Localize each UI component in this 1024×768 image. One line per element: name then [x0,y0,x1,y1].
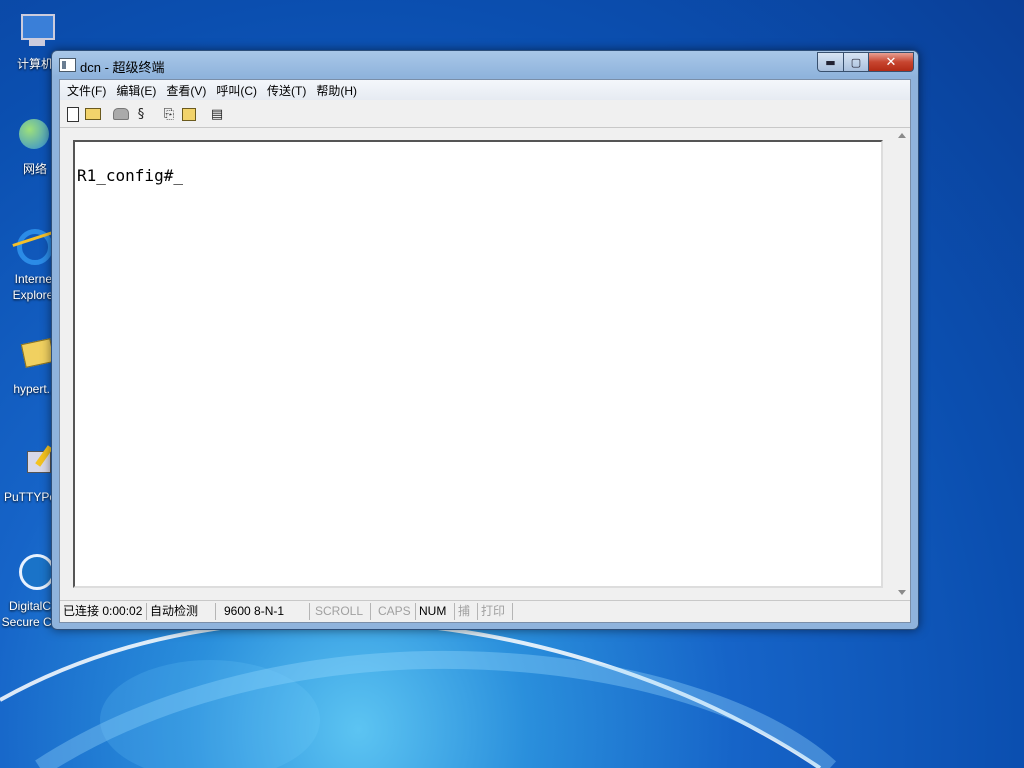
client-area: 文件(F) 编辑(E) 查看(V) 呼叫(C) 传送(T) 帮助(H) § ⎘ … [59,79,911,623]
status-print: 打印 [478,603,513,620]
phone-icon [113,108,129,120]
toolbar: § ⎘ ▤ [60,101,910,128]
receive-button[interactable] [179,104,199,124]
status-detect: 自动检测 [147,603,216,620]
call-button[interactable] [111,104,131,124]
title-bar[interactable]: dcn - 超级终端 ▬ ▢ ✕ [52,51,918,79]
status-connection: 已连接 0:00:02 [60,603,147,620]
vertical-scrollbar[interactable] [894,128,910,600]
receive-file-icon [182,107,196,121]
menu-transfer[interactable]: 传送(T) [264,82,313,99]
menu-help[interactable]: 帮助(H) [313,82,364,99]
open-button[interactable] [83,104,103,124]
close-button[interactable]: ✕ [869,52,914,72]
menu-bar: 文件(F) 编辑(E) 查看(V) 呼叫(C) 传送(T) 帮助(H) [60,80,910,100]
minimize-icon: ▬ [825,55,836,69]
disconnect-icon: § [137,106,145,122]
status-baud: 9600 8-N-1 [216,603,310,620]
status-caps: CAPS [371,603,416,620]
terminal-area: R1_config#_ [60,128,910,600]
status-scroll: SCROLL [310,603,371,620]
close-icon: ✕ [885,54,897,70]
maximize-button[interactable]: ▢ [844,52,869,72]
terminal-screen[interactable]: R1_config#_ [73,140,883,588]
menu-file[interactable]: 文件(F) [64,82,113,99]
app-icon[interactable] [59,58,76,72]
status-bar: 已连接 0:00:02 自动检测 9600 8-N-1 SCROLL CAPS … [60,600,910,622]
send-file-icon: ⎘ [163,106,175,122]
disconnect-button[interactable]: § [131,104,151,124]
menu-view[interactable]: 查看(V) [163,82,213,99]
new-document-icon [67,106,79,122]
computer-icon [13,10,57,54]
status-num: NUM [416,603,455,620]
open-folder-icon [85,108,101,120]
send-button[interactable]: ⎘ [159,104,179,124]
hyperterminal-window[interactable]: dcn - 超级终端 ▬ ▢ ✕ 文件(F) 编辑(E) 查看(V) 呼叫(C)… [51,50,919,630]
menu-edit[interactable]: 编辑(E) [113,82,163,99]
terminal-prompt: R1_config#_ [77,166,183,185]
status-capture: 捕 [455,603,478,620]
properties-icon: ▤ [210,106,224,122]
new-button[interactable] [63,104,83,124]
caption-buttons: ▬ ▢ ✕ [817,52,914,72]
menu-call[interactable]: 呼叫(C) [213,82,264,99]
properties-button[interactable]: ▤ [207,104,227,124]
maximize-icon: ▢ [850,55,862,69]
window-title: dcn - 超级终端 [80,60,165,75]
minimize-button[interactable]: ▬ [817,52,844,72]
scroll-up-icon[interactable] [898,133,906,138]
scroll-down-icon[interactable] [898,590,906,595]
